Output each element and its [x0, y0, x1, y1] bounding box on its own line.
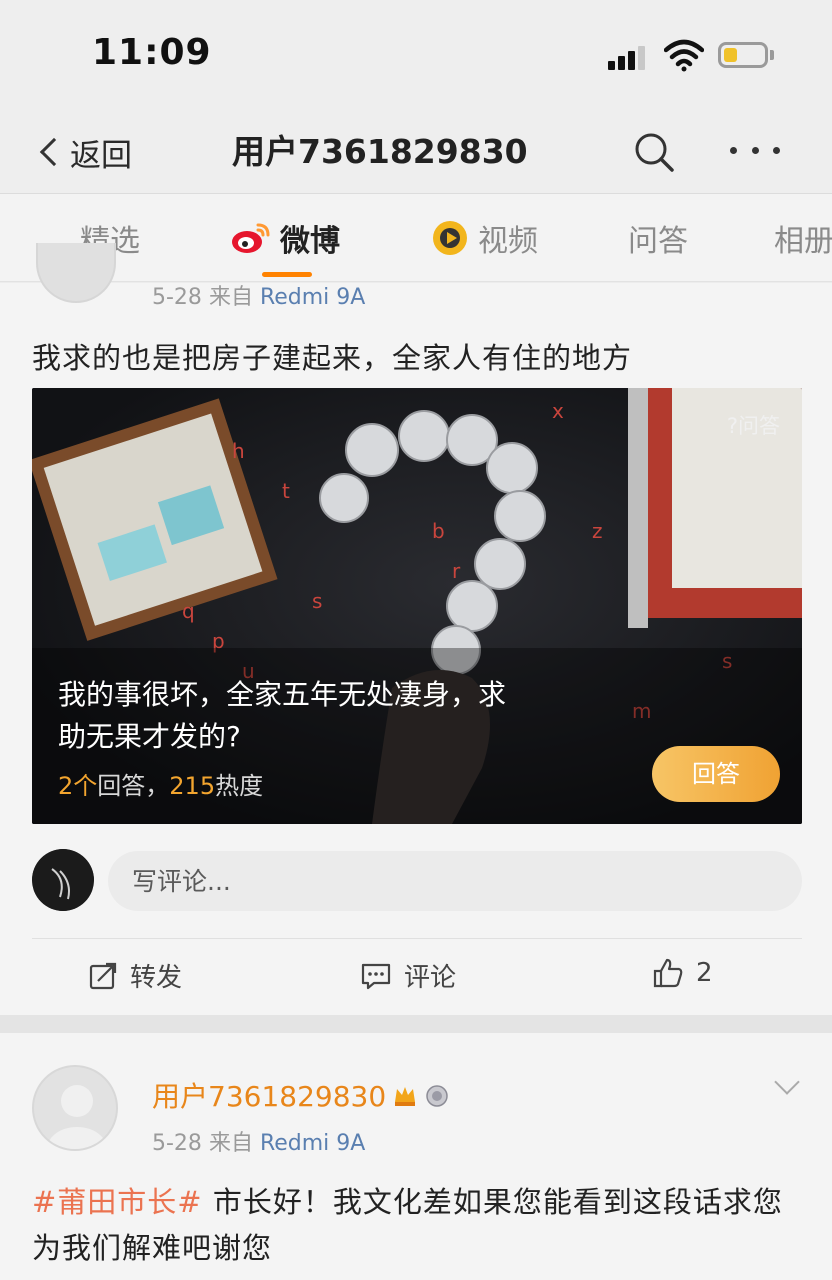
username-text: 用户7361829830: [152, 1080, 387, 1113]
active-tab-indicator: [262, 272, 312, 277]
answer-count: 2个: [58, 772, 98, 800]
nav-bar: 返回 用户7361829830: [0, 110, 832, 194]
tab-label: 问答: [628, 224, 688, 259]
like-button[interactable]: 2: [652, 957, 713, 989]
back-label: 返回: [70, 137, 132, 174]
stats-mid: 回答，: [97, 772, 170, 800]
status-bar: 11:09: [0, 0, 832, 110]
post-username[interactable]: 用户7361829830: [152, 1075, 450, 1115]
status-time: 11:09: [92, 32, 212, 73]
battery-icon: [718, 42, 768, 68]
profile-tabs: 精选 微博 视频 问答 相册: [0, 194, 832, 282]
post-source: Redmi 9A: [259, 1131, 366, 1156]
battery-tip: [770, 50, 774, 60]
divider: [32, 938, 802, 939]
thumbs-up-icon: [653, 958, 683, 988]
default-avatar-icon: [47, 1085, 107, 1149]
wifi-icon: [664, 39, 704, 72]
svg-text:x: x: [552, 399, 564, 423]
tab-weibo[interactable]: 微博: [230, 216, 340, 260]
avatar[interactable]: [32, 1065, 118, 1151]
comment-button[interactable]: 评论: [360, 957, 456, 994]
avatar[interactable]: [36, 243, 116, 303]
comment-input[interactable]: [108, 851, 802, 911]
source-prefix: 来自: [208, 285, 253, 310]
signal-icon: [608, 44, 648, 70]
source-prefix: 来自: [208, 1131, 253, 1156]
comment-label: 评论: [404, 963, 457, 993]
more-icon[interactable]: [730, 140, 780, 160]
crown-badge-icon: [395, 1087, 416, 1106]
like-count: 2: [696, 958, 713, 988]
tab-label: 视频: [478, 224, 538, 259]
post-text: 我求的也是把房子建起来，全家人有住的地方: [32, 341, 633, 375]
comment-row: [0, 843, 832, 913]
stats-suffix: 热度: [215, 772, 264, 800]
tab-label: 微博: [280, 224, 340, 259]
battery-level: [724, 48, 738, 62]
tab-album[interactable]: 相册: [774, 216, 832, 260]
svg-text:t: t: [282, 479, 290, 503]
svg-text:r: r: [452, 559, 461, 583]
svg-text:h: h: [232, 439, 245, 463]
post-meta: 5-28 来自 Redmi 9A: [152, 279, 365, 311]
back-button[interactable]: 返回: [36, 130, 132, 174]
post-date: 5-28: [152, 285, 202, 310]
feed-post: 5-28 来自 Redmi 9A 我求的也是把房子建起来，全家人有住的地方 h …: [0, 243, 832, 1015]
tab-video[interactable]: 视频: [430, 216, 538, 260]
comment-icon: [361, 963, 391, 989]
post-meta: 5-28 来自 Redmi 9A: [152, 1125, 365, 1157]
svg-text:q: q: [182, 599, 195, 623]
chevron-down-icon[interactable]: [774, 1069, 800, 1095]
video-icon: [433, 221, 467, 255]
post-text: #莆田市长# 市长好！我文化差如果您能看到这段话求您为我们解难吧谢您: [32, 1179, 802, 1271]
weibo-icon: [232, 223, 270, 253]
repost-icon: [89, 962, 117, 989]
tab-label: 相册: [774, 224, 832, 259]
qa-card[interactable]: hts pux zsm brq ?问答 我的事很坏，全家五年无处凄身，求助无果才…: [32, 388, 802, 824]
qa-tag: ?问答: [726, 414, 780, 438]
svg-text:b: b: [432, 519, 445, 543]
medal-badge-icon: [426, 1085, 448, 1107]
repost-button[interactable]: 转发: [88, 957, 182, 994]
qa-question: 我的事很坏，全家五年无处凄身，求助无果才发的?: [58, 678, 507, 753]
post-actions: 转发 评论 2: [0, 947, 832, 1007]
chevron-left-icon: [39, 137, 69, 167]
hashtag-link[interactable]: #莆田市长#: [32, 1185, 203, 1219]
my-avatar[interactable]: [32, 849, 94, 911]
post-source: Redmi 9A: [259, 285, 366, 310]
post-date: 5-28: [152, 1131, 202, 1156]
feed-separator: [0, 1015, 832, 1033]
tab-qa[interactable]: 问答: [628, 216, 688, 260]
feed-post: 用户7361829830 5-28 来自 Redmi 9A #莆田市长# 市长好…: [0, 1033, 832, 1280]
heat-count: 215: [169, 772, 216, 800]
page-title: 用户7361829830: [232, 132, 528, 171]
svg-text:s: s: [312, 589, 322, 613]
answer-button[interactable]: 回答: [652, 746, 780, 802]
svg-text:z: z: [592, 519, 603, 543]
repost-label: 转发: [130, 963, 183, 993]
qa-stats: 2个回答，215热度: [58, 766, 263, 801]
search-icon[interactable]: [632, 130, 676, 174]
